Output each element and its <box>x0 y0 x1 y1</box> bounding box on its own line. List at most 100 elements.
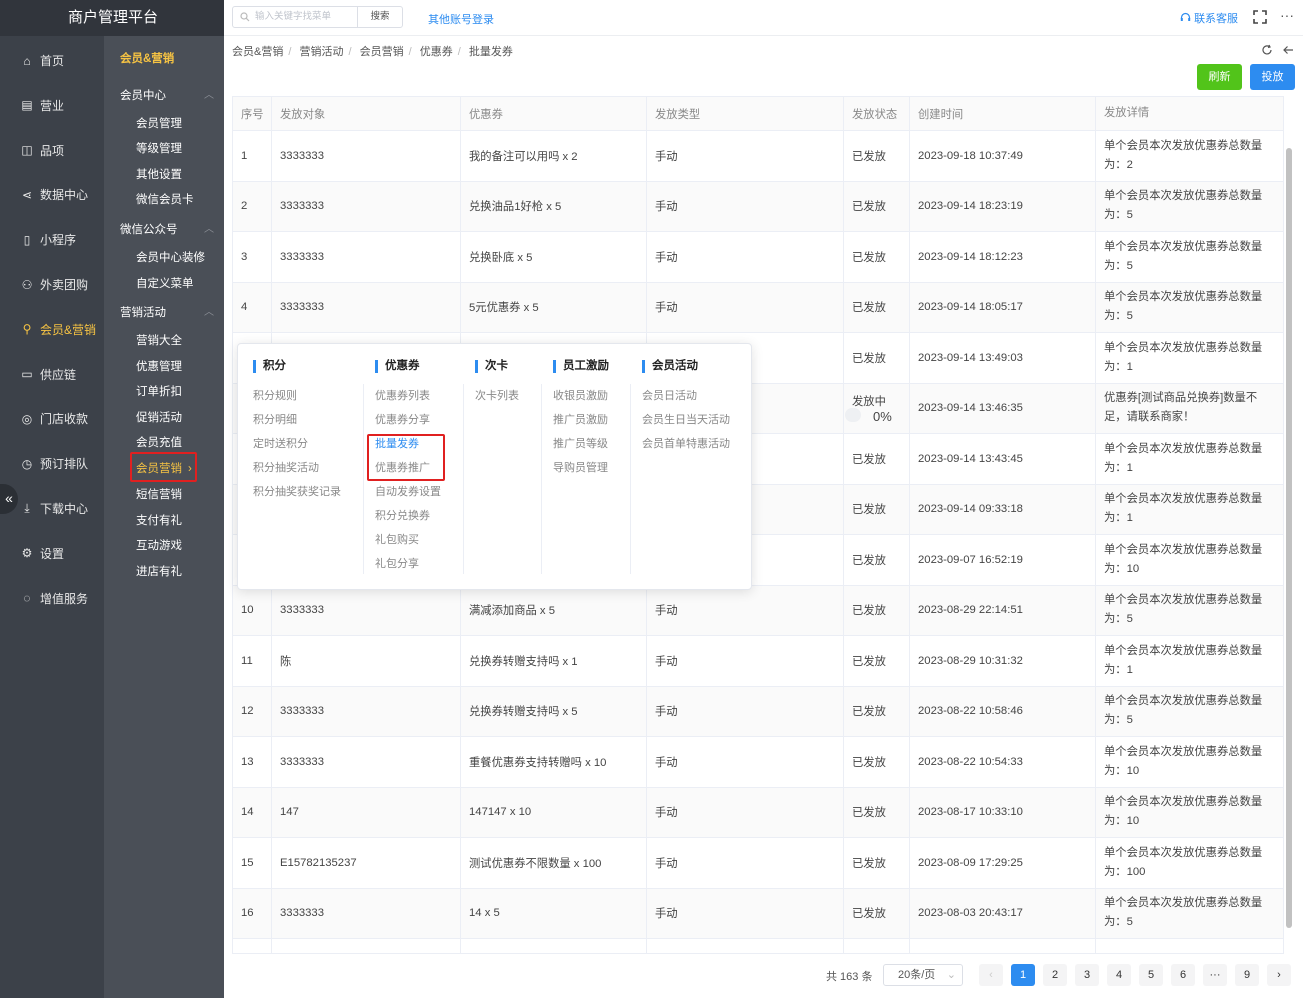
table-row: 10 3333333 满减添加商品 x 5 手动 已发放 2023-08-29 22:14… <box>233 585 1283 636</box>
sub-item-store-gift[interactable]: 进店有礼 <box>136 563 182 579</box>
mega-menu-item[interactable]: 会员日活动 <box>642 389 730 413</box>
table-cell: 单个会员本次发放优惠券总数量为：1 <box>1104 644 1263 676</box>
settings-icon: ⚙ <box>21 546 33 561</box>
nav-item-value-added[interactable]: ◌ 增值服务 <box>0 576 104 621</box>
fullscreen-icon[interactable] <box>1252 9 1268 25</box>
page-button[interactable]: 3 <box>1075 964 1099 986</box>
reload-icon[interactable] <box>1261 44 1273 56</box>
search-button[interactable]: 搜索 <box>357 6 403 28</box>
items-icon: ◫ <box>21 143 33 158</box>
group-member-center[interactable]: 会员中心 ︿ <box>120 87 214 103</box>
sub-item-discount-manage[interactable]: 优惠管理 <box>136 358 182 374</box>
nav-item-supply-chain[interactable]: ▭ 供应链 <box>0 352 104 397</box>
refresh-button[interactable]: 刷新 <box>1197 64 1242 90</box>
nav-item-business[interactable]: ▤ 营业 <box>0 83 104 128</box>
nav-item-home[interactable]: ⌂ 首页 <box>0 38 104 83</box>
sub-item-promotion[interactable]: 促销活动 <box>136 409 182 425</box>
page-button[interactable]: 9 <box>1235 964 1259 986</box>
mega-menu-item[interactable]: 自动发券设置 <box>375 485 441 509</box>
mega-menu-item[interactable]: 积分抽奖活动 <box>253 461 341 485</box>
sub-item-other-settings[interactable]: 其他设置 <box>136 166 182 182</box>
mega-column: 会员活动 会员日活动 会员生日当天活动 会员首单特惠活动 <box>642 360 730 461</box>
sub-item-order-discount[interactable]: 订单折扣 <box>136 383 182 399</box>
menu-search-input[interactable]: 输入关键字找菜单 <box>232 6 358 28</box>
chevron-up-icon: ︿ <box>204 90 214 101</box>
mega-menu-item[interactable]: 会员首单特惠活动 <box>642 437 730 461</box>
mega-menu-item[interactable]: 定时送积分 <box>253 437 341 461</box>
page-button[interactable]: 4 <box>1107 964 1131 986</box>
progress-bar <box>845 408 861 422</box>
page-button[interactable]: 6 <box>1171 964 1195 986</box>
mega-menu-item[interactable]: 次卡列表 <box>475 389 519 413</box>
nav-item-booking-queue[interactable]: ◷ 预订排队 <box>0 441 104 486</box>
nav-item-store-payment[interactable]: ◎ 门店收款 <box>0 396 104 441</box>
page-button[interactable]: ··· <box>1203 964 1227 986</box>
mega-menu-item[interactable]: 积分明细 <box>253 413 341 437</box>
mega-menu-item[interactable]: 推广员等级 <box>553 437 609 461</box>
chevron-down-icon: ⌄ <box>946 969 956 981</box>
deliver-button[interactable]: 投放 <box>1250 64 1295 90</box>
mega-menu-item[interactable]: 礼包购买 <box>375 533 441 557</box>
mega-menu-item[interactable]: 优惠券列表 <box>375 389 441 413</box>
sub-item-interactive-game[interactable]: 互动游戏 <box>136 537 182 553</box>
crumb-4[interactable]: 优惠券 <box>420 46 453 58</box>
table-cell: 3333333 <box>272 737 461 787</box>
table-cell: 我的备注可以用吗 x 2 <box>461 131 647 181</box>
sub-item-member-decor[interactable]: 会员中心装修 <box>136 249 205 265</box>
table-cell: 4 <box>233 282 272 332</box>
marketing-mega-menu: 积分 积分规则 积分明细 定时送积分 积分抽奖活动 积分抽奖获奖记录 优惠券 优惠券列表 优惠券… <box>237 343 752 590</box>
mega-menu-item[interactable]: 导购员管理 <box>553 461 609 485</box>
nav-item-mini-program[interactable]: ▯ 小程序 <box>0 217 104 262</box>
table-cell: 手动 <box>647 181 844 231</box>
more-icon[interactable]: ··· <box>1280 7 1294 23</box>
other-account-login-link[interactable]: 其他账号登录 <box>428 11 494 27</box>
table-cell: 2023-09-14 18:12:23 <box>910 232 1096 282</box>
table-cell: 已发放 <box>844 787 910 837</box>
page-button[interactable]: 1 <box>1011 964 1035 986</box>
crumb-3[interactable]: 会员营销 <box>360 46 404 58</box>
mega-menu-item[interactable]: 礼包分享 <box>375 557 441 581</box>
crumb-2[interactable]: 营销活动 <box>299 46 343 58</box>
page-button[interactable]: 2 <box>1043 964 1067 986</box>
table-row: 15 E15782135237 测试优惠券不限数量 x 100 手动 已发放 2023-0… <box>233 838 1283 889</box>
table-cell: 已发放 <box>844 434 910 484</box>
prev-page-button[interactable]: ‹ <box>979 964 1003 986</box>
nav-item-label: 数据中心 <box>40 188 89 203</box>
crumb-1[interactable]: 会员&营销 <box>232 46 283 58</box>
mega-menu-item[interactable]: 积分规则 <box>253 389 341 413</box>
contact-support-link[interactable]: 联系客服 <box>1180 10 1238 26</box>
mega-menu-item[interactable]: 会员生日当天活动 <box>642 413 730 437</box>
search-placeholder: 输入关键字找菜单 <box>255 11 332 22</box>
sub-item-wechat-card[interactable]: 微信会员卡 <box>136 191 194 207</box>
total-count: 共 163 条 <box>826 971 873 983</box>
nav-item-items[interactable]: ◫ 品项 <box>0 128 104 173</box>
supply-chain-icon: ▭ <box>21 367 33 382</box>
sub-item-member-recharge[interactable]: 会员充值 <box>136 434 182 450</box>
nav-item-takeout[interactable]: ⚇ 外卖团购 <box>0 262 104 307</box>
sub-item-member-manage[interactable]: 会员管理 <box>136 115 182 131</box>
mega-menu-item[interactable]: 收银员激励 <box>553 389 609 413</box>
nav-item-member-marketing[interactable]: ⚲ 会员&营销 <box>0 307 104 352</box>
sub-item-sms[interactable]: 短信营销 <box>136 486 182 502</box>
nav-item-data-center[interactable]: ⋖ 数据中心 <box>0 172 104 217</box>
page-button[interactable]: 5 <box>1139 964 1163 986</box>
group-marketing[interactable]: 营销活动 ︿ <box>120 304 214 320</box>
sub-item-custom-menu[interactable]: 自定义菜单 <box>136 275 194 291</box>
page-size-select[interactable]: 20条/页 ⌄ <box>883 964 963 986</box>
mega-menu-item[interactable]: 积分兑换券 <box>375 509 441 533</box>
sub-item-marketing-all[interactable]: 营销大全 <box>136 332 182 348</box>
table-row: 12 3333333 兑换券转赠支持吗 x 5 手动 已发放 2023-08-22 10:… <box>233 686 1283 737</box>
mega-menu-item[interactable]: 推广员激励 <box>553 413 609 437</box>
scrollbar-thumb[interactable] <box>1286 148 1292 928</box>
table-scrollbar[interactable] <box>1284 130 1294 950</box>
mega-menu-item[interactable]: 积分抽奖获奖记录 <box>253 485 341 509</box>
table-row: 3 3333333 兑换卧底 x 5 手动 已发放 2023-09-14 18:12:23… <box>233 232 1283 283</box>
back-arrow-icon[interactable] <box>1282 44 1294 56</box>
table-cell: 单个会员本次发放优惠券总数量为：5 <box>1104 594 1263 626</box>
nav-item-settings[interactable]: ⚙ 设置 <box>0 531 104 576</box>
table-cell: 重餐优惠券支持转赠吗 x 10 <box>461 737 647 787</box>
next-page-button[interactable]: › <box>1267 964 1291 986</box>
sub-item-pay-gift[interactable]: 支付有礼 <box>136 512 182 528</box>
sub-item-level-manage[interactable]: 等级管理 <box>136 140 182 156</box>
group-wechat-official[interactable]: 微信公众号 ︿ <box>120 221 214 237</box>
